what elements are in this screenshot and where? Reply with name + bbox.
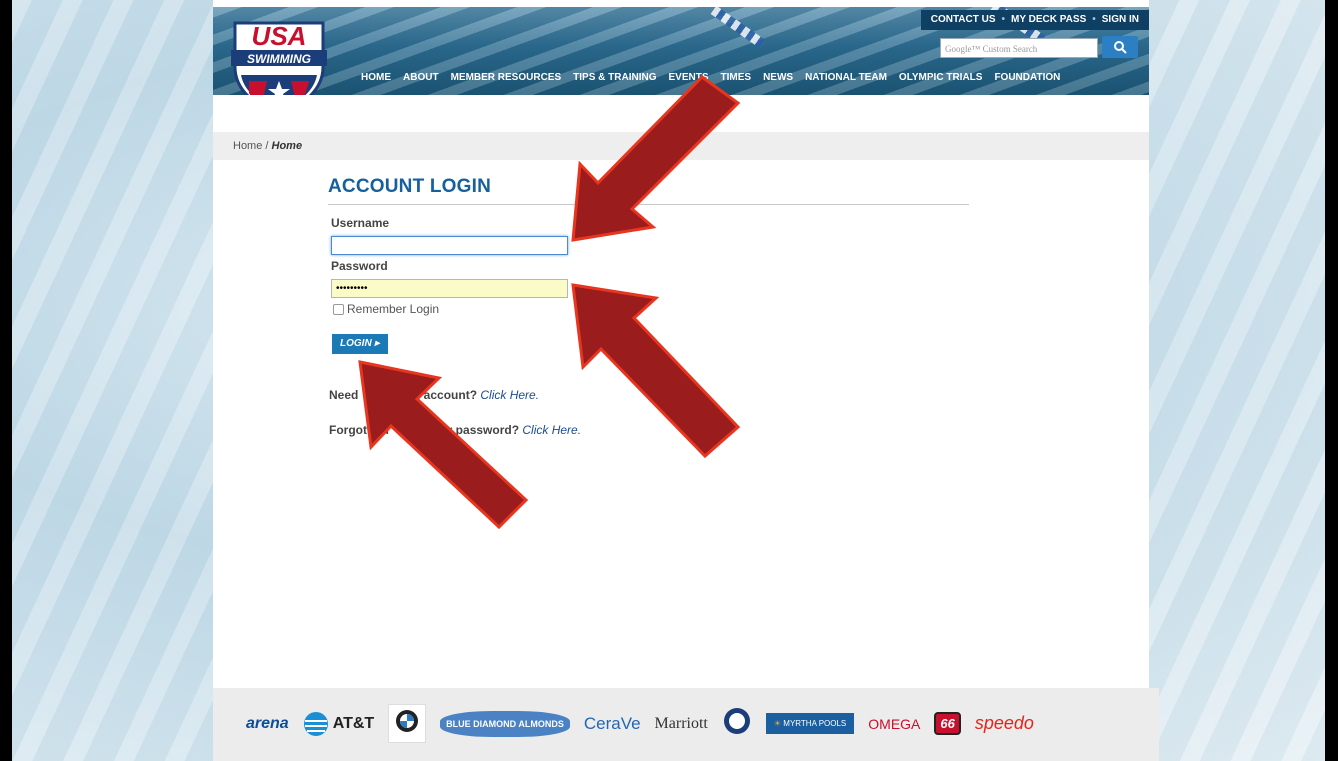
sponsor-speedo[interactable]: speedo (975, 713, 1034, 734)
arrow-to-password (571, 283, 741, 459)
sponsor-att[interactable]: AT&T (303, 711, 374, 737)
sponsor-list: arena AT&T BLUE DIAMOND ALMONDS CeraVe M… (246, 704, 1048, 743)
arrow-to-username (571, 75, 741, 242)
bmw-logo-icon (396, 710, 419, 732)
annotation-arrows (358, 75, 741, 530)
sponsor-phillips-66[interactable]: 66 (934, 712, 961, 735)
sponsor-footer: arena AT&T BLUE DIAMOND ALMONDS CeraVe M… (213, 688, 1159, 761)
mutual-of-omaha-icon (723, 708, 750, 734)
sponsor-myrtha-pools[interactable]: ☀ MYRTHA POOLS (765, 713, 855, 734)
sponsor-mutual-of-omaha[interactable] (722, 706, 752, 741)
sponsor-blue-diamond[interactable]: BLUE DIAMOND ALMONDS (440, 710, 570, 737)
sponsor-arena[interactable]: arena (246, 715, 289, 733)
sponsor-omega[interactable]: OMEGA (868, 716, 920, 732)
sponsor-cerave[interactable]: CeraVe (584, 714, 641, 734)
att-globe-icon (303, 711, 328, 736)
arrow-to-login-button (358, 360, 529, 530)
sponsor-bmw[interactable] (388, 704, 427, 743)
sponsor-marriott[interactable]: Marriott (655, 715, 708, 733)
